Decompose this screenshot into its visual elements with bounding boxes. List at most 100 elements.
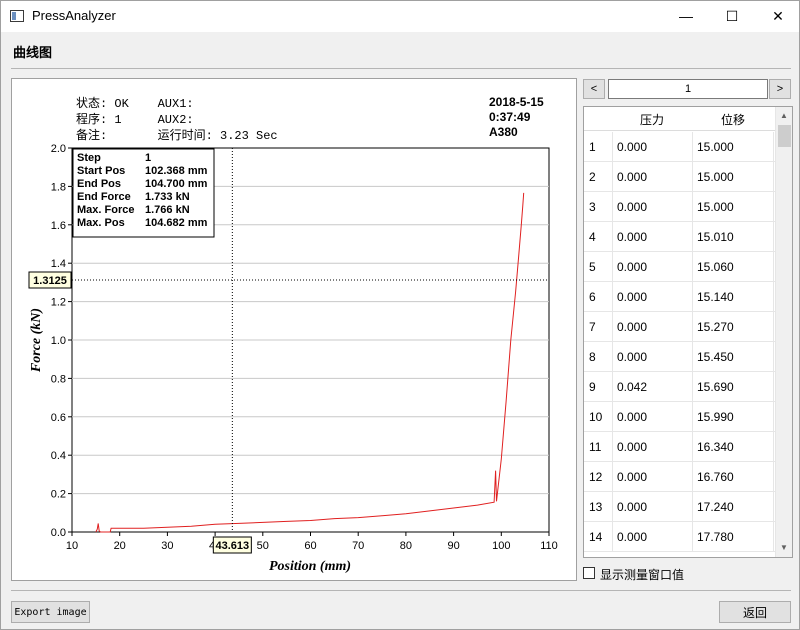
y-tick-label: 0.8	[51, 373, 66, 385]
force-cell: 0.000	[612, 402, 692, 432]
x-tick-label: 10	[66, 540, 78, 552]
info-value: 102.368 mm	[145, 165, 208, 177]
table-row[interactable]: 2 0.000 15.000	[584, 162, 775, 192]
x-tick-label: 70	[352, 540, 364, 552]
table-row[interactable]: 12 0.000 16.760	[584, 462, 775, 492]
y-tick-label: 1.4	[51, 258, 66, 270]
table-row[interactable]: 11 0.000 16.340	[584, 432, 775, 462]
cursor-y-readout: 1.3125	[33, 275, 67, 287]
info-value: 104.700 mm	[145, 178, 208, 190]
force-cell: 0.042	[612, 372, 692, 402]
table-row[interactable]: 1 0.000 15.000	[584, 132, 775, 162]
y-tick-label: 1.2	[51, 297, 66, 309]
table-row[interactable]: 3 0.000 15.000	[584, 192, 775, 222]
y-tick-label: 0.4	[51, 450, 66, 462]
table-row[interactable]: 14 0.000 17.780	[584, 522, 775, 552]
program-line: 程序: 1 AUX2:	[76, 111, 194, 127]
minimize-button[interactable]: —	[663, 1, 709, 31]
table-row[interactable]: 8 0.000 15.450	[584, 342, 775, 372]
data-table[interactable]: 压力 位移 1 0.000 15.000 2 0.000 15.000 3 0.000 15.0…	[583, 106, 793, 558]
window-title: PressAnalyzer	[32, 8, 116, 23]
force-cell: 0.000	[612, 522, 692, 552]
force-cell: 0.000	[612, 222, 692, 252]
table-row[interactable]: 10 0.000 15.990	[584, 402, 775, 432]
table-row[interactable]: 9 0.042 15.690	[584, 372, 775, 402]
displacement-cell: 15.270	[692, 312, 774, 342]
title-bar: PressAnalyzer — ☐ ✕	[1, 1, 799, 32]
y-tick-label: 0.6	[51, 412, 66, 424]
info-value: 1.766 kN	[145, 204, 190, 216]
row-number: 1	[589, 140, 596, 154]
back-button[interactable]: 返回	[719, 601, 791, 623]
info-value: 1.733 kN	[145, 191, 190, 203]
scroll-thumb[interactable]	[778, 125, 791, 147]
row-number: 10	[589, 410, 603, 424]
row-number: 2	[589, 170, 596, 184]
displacement-cell: 15.450	[692, 342, 774, 372]
x-tick-label: 100	[492, 540, 510, 552]
column-header-displacement[interactable]: 位移	[692, 111, 774, 128]
column-header-force[interactable]: 压力	[612, 111, 692, 128]
row-number: 12	[589, 470, 603, 484]
row-number: 11	[589, 440, 602, 454]
info-label: Max. Pos	[77, 217, 125, 229]
displacement-cell: 15.010	[692, 222, 774, 252]
app-icon	[10, 10, 24, 22]
scroll-down-icon[interactable]: ▼	[780, 543, 788, 552]
prev-page-button[interactable]: <	[583, 79, 605, 99]
force-cell: 0.000	[612, 192, 692, 222]
displacement-cell: 15.000	[692, 162, 774, 192]
displacement-cell: 15.000	[692, 192, 774, 222]
row-number: 13	[589, 500, 603, 514]
displacement-cell: 17.240	[692, 492, 774, 522]
maximize-button[interactable]: ☐	[709, 1, 755, 31]
displacement-cell: 15.140	[692, 282, 774, 312]
displacement-cell: 15.990	[692, 402, 774, 432]
divider	[11, 68, 791, 69]
info-label: End Force	[77, 191, 131, 203]
info-box: Step 1 Start Pos 102.368 mm End Pos 104.700 m…	[72, 148, 215, 238]
displacement-cell: 17.780	[692, 522, 774, 552]
info-label: Step	[77, 152, 101, 164]
force-cell: 0.000	[612, 462, 692, 492]
y-tick-label: 0.0	[51, 527, 66, 539]
y-tick-label: 1.0	[51, 335, 66, 347]
close-button[interactable]: ✕	[755, 1, 800, 31]
page-input[interactable]: 1	[608, 79, 768, 99]
force-cell: 0.000	[612, 312, 692, 342]
x-axis-ticks: 102030405060708090100110	[66, 532, 558, 552]
table-row[interactable]: 6 0.000 15.140	[584, 282, 775, 312]
table-row[interactable]: 13 0.000 17.240	[584, 492, 775, 522]
x-axis-label: Position (mm)	[269, 559, 351, 574]
force-cell: 0.000	[612, 252, 692, 282]
row-number: 6	[589, 290, 596, 304]
x-tick-label: 80	[400, 540, 412, 552]
force-cell: 0.000	[612, 432, 692, 462]
x-tick-label: 50	[257, 540, 269, 552]
row-number: 8	[589, 350, 596, 364]
row-number: 5	[589, 260, 596, 274]
y-tick-label: 1.6	[51, 220, 66, 232]
section-title: 曲线图	[13, 45, 53, 60]
force-cell: 0.000	[612, 282, 692, 312]
measure-window-checkbox[interactable]	[583, 567, 595, 579]
next-page-button[interactable]: >	[769, 79, 791, 99]
model-label: A380	[489, 125, 518, 139]
force-cell: 0.000	[612, 162, 692, 192]
table-row[interactable]: 4 0.000 15.010	[584, 222, 775, 252]
status-line: 状态: OK AUX1:	[76, 96, 194, 111]
table-row[interactable]: 7 0.000 15.270	[584, 312, 775, 342]
time-label: 0:37:49	[489, 110, 531, 124]
export-image-button[interactable]: Export image	[11, 601, 90, 623]
table-scrollbar[interactable]: ▲ ▼	[775, 107, 792, 557]
displacement-cell: 15.690	[692, 372, 774, 402]
force-position-chart: 状态: OK AUX1: 程序: 1 AUX2: 备注: 运行时间: 3.23 …	[28, 95, 558, 574]
info-value: 1	[145, 152, 151, 164]
scroll-up-icon[interactable]: ▲	[780, 111, 788, 120]
note-line: 备注: 运行时间: 3.23 Sec	[76, 127, 278, 143]
measure-window-label[interactable]: 显示测量窗口值	[600, 566, 684, 583]
y-tick-label: 1.8	[51, 181, 66, 193]
x-tick-label: 60	[304, 540, 316, 552]
table-row[interactable]: 5 0.000 15.060	[584, 252, 775, 282]
cursor-x-readout: 43.613	[216, 540, 250, 552]
